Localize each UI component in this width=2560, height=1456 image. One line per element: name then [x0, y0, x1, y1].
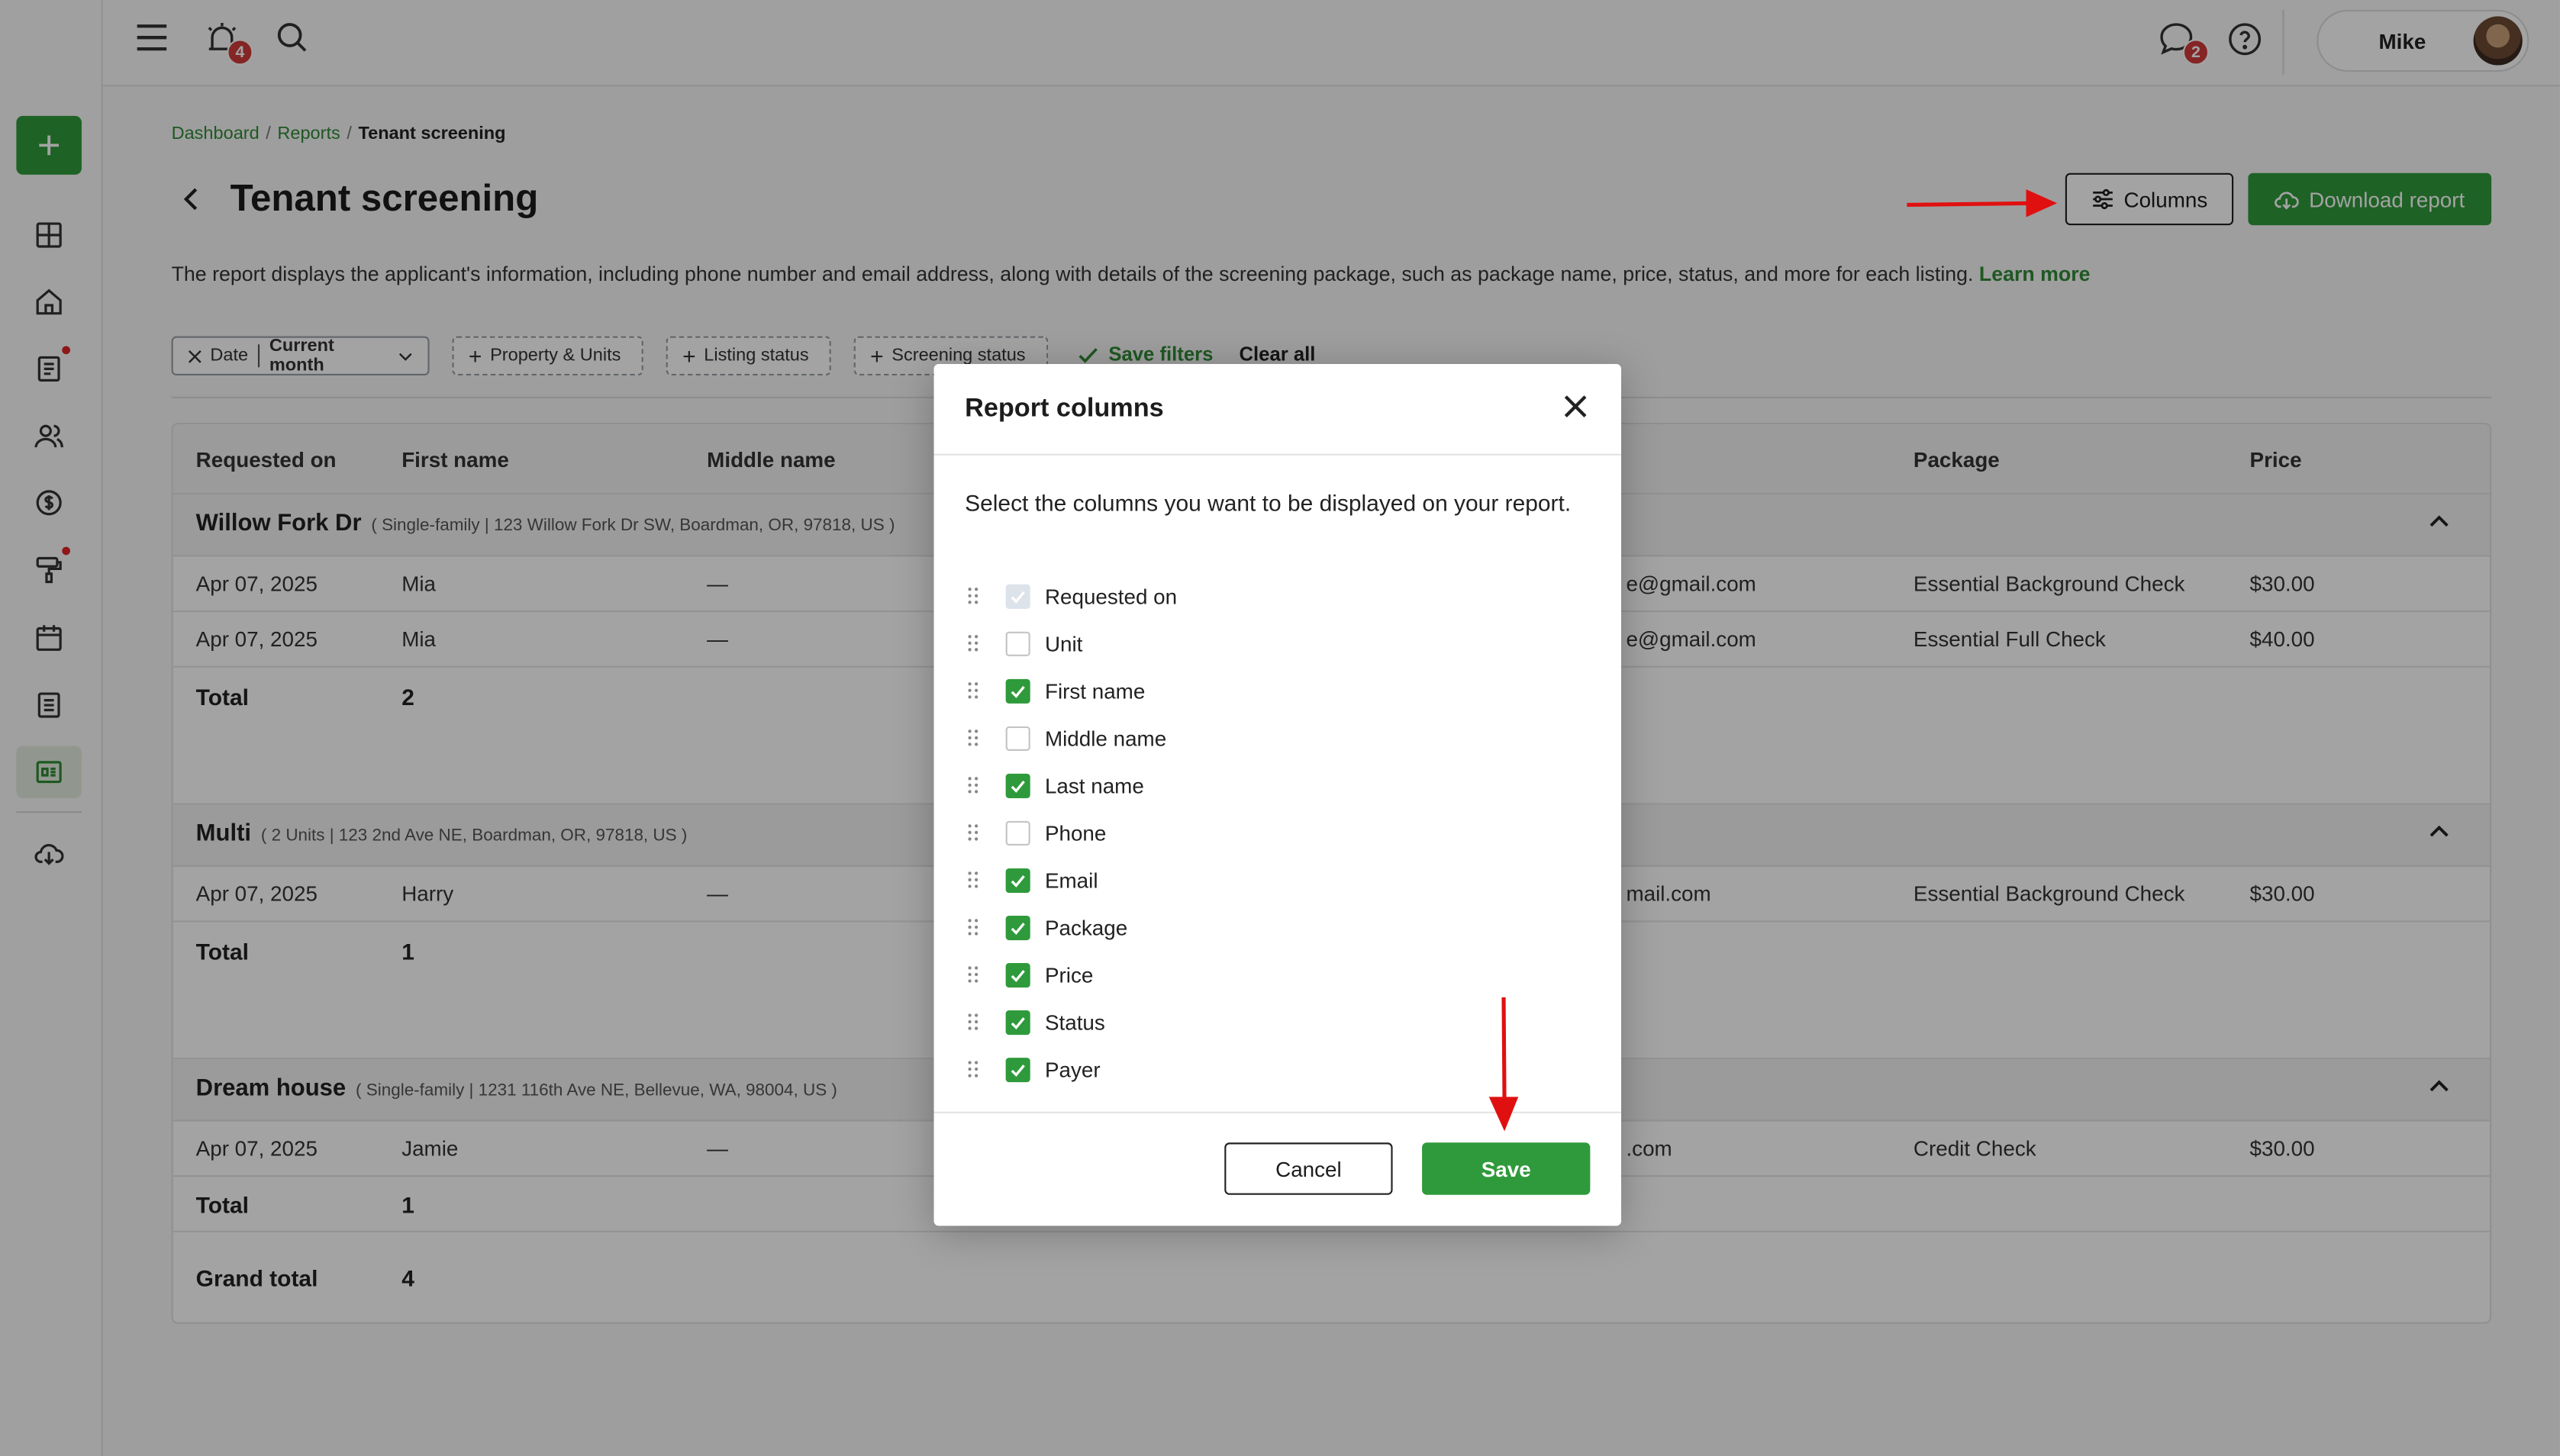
check-icon: [1011, 922, 1025, 934]
modal-title: Report columns: [965, 395, 1164, 424]
check-icon: [1011, 685, 1025, 697]
drag-handle-icon[interactable]: [966, 823, 982, 842]
cancel-button[interactable]: Cancel: [1224, 1142, 1393, 1195]
column-option[interactable]: Unit: [966, 627, 1554, 659]
column-label: Requested on: [1044, 583, 1178, 608]
drag-handle-icon[interactable]: [966, 917, 982, 937]
annotation-arrow-down-icon: [1488, 997, 1519, 1132]
column-checkbox[interactable]: [1005, 820, 1030, 845]
column-option[interactable]: Middle name: [966, 721, 1554, 754]
check-icon: [1011, 1064, 1025, 1076]
save-button[interactable]: Save: [1422, 1142, 1591, 1195]
column-label: Payer: [1044, 1057, 1101, 1082]
column-label: Status: [1044, 1009, 1105, 1035]
column-option[interactable]: Phone: [966, 817, 1554, 849]
column-checkbox[interactable]: [1005, 1057, 1030, 1082]
modal-description: Select the columns you want to be displa…: [965, 489, 1572, 516]
check-icon: [1011, 779, 1025, 792]
modal-divider: [933, 453, 1622, 456]
column-label: Phone: [1044, 820, 1107, 845]
column-label: Email: [1044, 867, 1098, 892]
drag-handle-icon[interactable]: [966, 870, 982, 890]
column-option[interactable]: Requested on: [966, 579, 1554, 612]
column-option[interactable]: Package: [966, 911, 1554, 944]
column-checkbox[interactable]: [1005, 772, 1030, 797]
column-option[interactable]: Last name: [966, 768, 1554, 801]
check-icon: [1011, 590, 1025, 603]
column-checkbox[interactable]: [1005, 678, 1030, 703]
column-label: Middle name: [1044, 725, 1167, 750]
column-checkbox[interactable]: [1005, 914, 1030, 939]
check-icon: [1011, 969, 1025, 981]
check-icon: [1011, 874, 1025, 887]
column-option[interactable]: Email: [966, 864, 1554, 897]
drag-handle-icon[interactable]: [966, 775, 982, 795]
column-option[interactable]: Price: [966, 958, 1554, 991]
close-icon[interactable]: [1562, 393, 1588, 427]
column-label: Unit: [1044, 630, 1083, 656]
column-label: Price: [1044, 962, 1094, 987]
drag-handle-icon[interactable]: [966, 728, 982, 748]
check-icon: [1011, 1016, 1025, 1029]
column-checkbox[interactable]: [1005, 867, 1030, 892]
column-checkbox[interactable]: [1005, 725, 1030, 750]
drag-handle-icon[interactable]: [966, 681, 982, 701]
annotation-arrow-right-icon: [1907, 189, 2058, 217]
column-option[interactable]: Payer: [966, 1053, 1554, 1086]
column-checkbox[interactable]: [1005, 1009, 1030, 1035]
drag-handle-icon[interactable]: [966, 1059, 982, 1079]
app-window: 4 2 Mike Dashboard / Reports / Tenant screen…: [0, 0, 2560, 1456]
column-checkbox[interactable]: [1005, 630, 1030, 656]
column-label: Package: [1044, 914, 1128, 939]
drag-handle-icon[interactable]: [966, 1012, 982, 1032]
drag-handle-icon[interactable]: [966, 965, 982, 984]
column-label: First name: [1044, 678, 1146, 703]
column-checkbox: [1005, 583, 1030, 608]
column-checkbox[interactable]: [1005, 962, 1030, 987]
column-option[interactable]: Status: [966, 1006, 1554, 1039]
column-label: Last name: [1044, 772, 1144, 797]
column-option[interactable]: First name: [966, 674, 1554, 707]
drag-handle-icon[interactable]: [966, 633, 982, 653]
drag-handle-icon[interactable]: [966, 586, 982, 606]
